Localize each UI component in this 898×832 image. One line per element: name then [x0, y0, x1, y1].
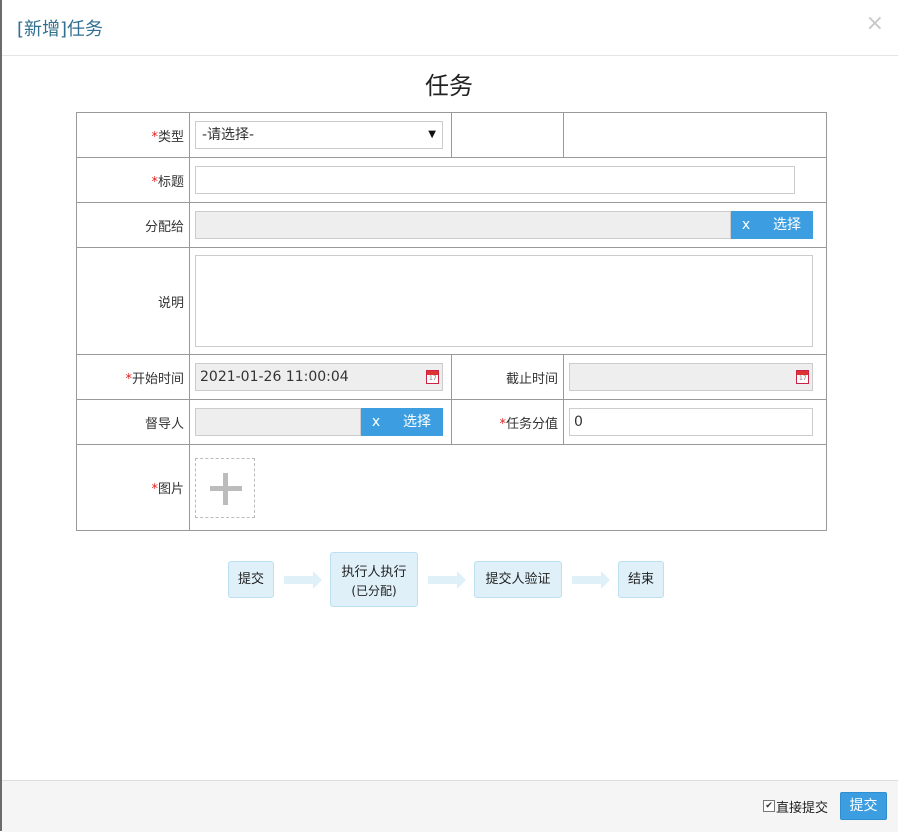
flow-step-submit: 提交: [228, 561, 274, 598]
direct-submit-checkbox[interactable]: ✔: [763, 800, 775, 812]
flow-arrow: [284, 571, 322, 589]
score-cell: 0: [563, 399, 827, 445]
score-label-cell: *任务分值: [451, 399, 564, 445]
start-time-input[interactable]: 2021-01-26 11:00:04 17: [195, 363, 443, 391]
start-time-label: 开始时间: [131, 371, 184, 387]
image-label-cell: *图片: [76, 444, 190, 531]
dialog-header: [新增]任务 ×: [2, 0, 898, 56]
score-label: 任务分值: [505, 416, 558, 432]
image-upload[interactable]: [195, 457, 255, 518]
row-type: *类型 -请选择- ▼: [76, 112, 827, 158]
start-time-value: 2021-01-26 11:00:04: [200, 369, 349, 385]
description-textarea[interactable]: [195, 255, 813, 347]
type-label: 类型: [157, 129, 184, 145]
plus-icon: [223, 472, 228, 505]
type-cell: -请选择- ▼: [189, 112, 452, 158]
start-time-label-cell: *开始时间: [76, 354, 190, 400]
row-assign: 分配给 x 选择: [76, 202, 827, 248]
title-cell: [189, 157, 827, 203]
type-label-cell: *类型: [76, 112, 190, 158]
description-cell: [189, 247, 827, 355]
assign-select-button[interactable]: 选择: [761, 211, 813, 239]
supervisor-select-button[interactable]: 选择: [391, 408, 443, 436]
title-input[interactable]: [195, 166, 795, 194]
title-label: 标题: [157, 174, 184, 190]
description-label: 说明: [76, 247, 190, 355]
supervisor-input[interactable]: [195, 408, 361, 436]
assign-clear-button[interactable]: x: [731, 211, 761, 239]
image-cell: [189, 444, 827, 531]
title-label-cell: *标题: [76, 157, 190, 203]
submit-button[interactable]: 提交: [840, 792, 887, 820]
row-supervisor: 督导人 x 选择 *任务分值 0: [76, 399, 827, 445]
assign-label: 分配给: [76, 202, 190, 248]
empty-cell: [451, 112, 564, 158]
form-heading: 任务: [425, 72, 473, 100]
flow-arrow: [572, 571, 610, 589]
deadline-cell: 17: [563, 354, 827, 400]
start-time-cell: 2021-01-26 11:00:04 17: [189, 354, 452, 400]
flow-step-execute-label: 执行人执行: [341, 565, 407, 580]
dropdown-arrow-icon: ▼: [428, 129, 436, 140]
assign-group: x 选择: [195, 211, 813, 239]
window-edge: [0, 0, 2, 831]
flow-step-execute: 执行人执行 (已分配): [330, 552, 418, 607]
type-select-value: -请选择-: [202, 127, 255, 143]
supervisor-group: x 选择: [195, 408, 443, 436]
direct-submit-label[interactable]: 直接提交: [776, 797, 828, 816]
flow-arrow: [428, 571, 466, 589]
calendar-icon[interactable]: 17: [426, 370, 439, 384]
flow-step-end: 结束: [618, 561, 664, 598]
row-description: 说明: [76, 247, 827, 355]
assign-cell: x 选择: [189, 202, 827, 248]
calendar-icon[interactable]: 17: [796, 370, 809, 384]
assign-input[interactable]: [195, 211, 731, 239]
row-time: *开始时间 2021-01-26 11:00:04 17 截止时间 17: [76, 354, 827, 400]
type-select[interactable]: -请选择- ▼: [195, 121, 443, 149]
row-title: *标题: [76, 157, 827, 203]
deadline-label: 截止时间: [451, 354, 564, 400]
close-icon[interactable]: ×: [866, 13, 884, 35]
task-form: *类型 -请选择- ▼ *标题 分配给 x 选择 说明 *开始时间 2021-0…: [76, 112, 827, 531]
flow-step-execute-sub: (已分配): [351, 584, 397, 598]
flow-step-verify: 提交人验证: [474, 561, 562, 598]
supervisor-cell: x 选择: [189, 399, 452, 445]
row-image: *图片: [76, 444, 827, 531]
supervisor-clear-button[interactable]: x: [361, 408, 391, 436]
empty-cell: [563, 112, 827, 158]
score-input[interactable]: 0: [569, 408, 813, 436]
dialog-title: [新增]任务: [17, 19, 104, 40]
supervisor-label: 督导人: [76, 399, 190, 445]
deadline-input[interactable]: 17: [569, 363, 813, 391]
image-label: 图片: [157, 482, 184, 497]
